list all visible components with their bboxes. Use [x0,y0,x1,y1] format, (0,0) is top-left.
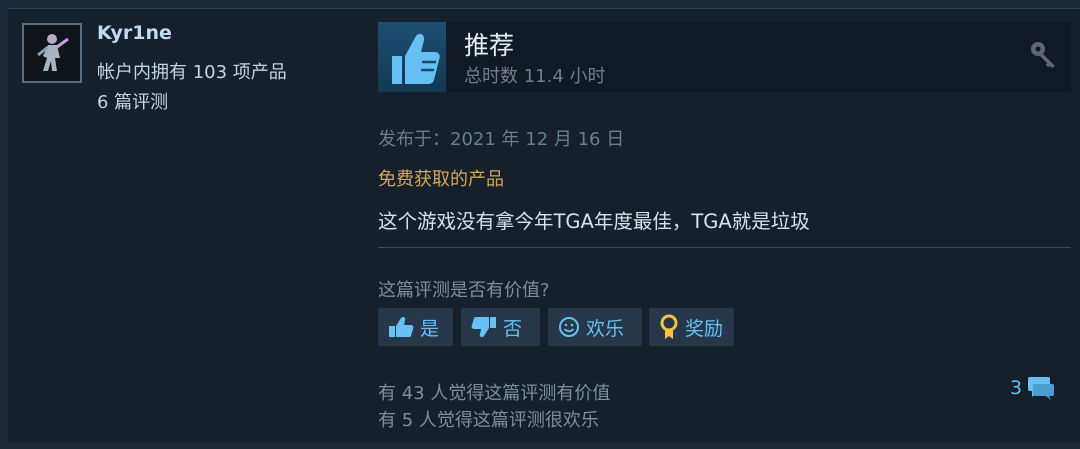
comment-count: 3 [1010,377,1023,399]
review-count[interactable]: 6 篇评测 [97,88,168,114]
posted-date: 发布于：2021 年 12 月 16 日 [378,129,625,150]
speech-bubble-icon [1028,377,1055,400]
review-card: Kyr1ne 帐户内拥有 103 项产品 6 篇评测 推荐 总时数 11.4 小… [8,8,1080,442]
comments-link[interactable]: 3 [1010,375,1055,401]
helpful-count: 有 43 人觉得这篇评测有价值 [378,383,611,404]
products-owned[interactable]: 帐户内拥有 103 项产品 [97,58,287,84]
free-product-label: 免费获取的产品 [378,169,504,190]
top-strip [0,0,1080,8]
smiley-icon [559,317,579,337]
vote-funny-label: 欢乐 [586,317,625,340]
vote-no-button[interactable]: 否 [461,308,540,346]
vote-header[interactable]: 推荐 总时数 11.4 小时 [378,22,1071,92]
reviewer-name[interactable]: Kyr1ne [97,22,172,44]
vote-no-label: 否 [503,317,523,340]
avatar[interactable] [22,23,82,83]
vote-funny-button[interactable]: 欢乐 [548,308,642,346]
avatar-figure-icon [24,25,80,81]
verdict-title: 推荐 [464,31,515,60]
thumbs-up-small-icon [389,316,414,337]
vote-yes-button[interactable]: 是 [378,308,453,346]
award-ribbon-icon [660,314,678,339]
divider [378,247,1071,248]
key-icon [1029,40,1059,74]
thumbs-down-small-icon [471,317,496,338]
funny-count: 有 5 人觉得这篇评测很欢乐 [378,410,599,431]
vote-yes-label: 是 [420,317,440,340]
thumbs-up-icon [378,22,446,92]
award-label: 奖励 [685,317,724,340]
award-button[interactable]: 奖励 [649,308,734,346]
helpful-question: 这篇评测是否有价值? [378,280,550,301]
review-body: 这个游戏没有拿今年TGA年度最佳，TGA就是垃圾 [378,210,810,233]
playtime: 总时数 11.4 小时 [464,66,606,87]
